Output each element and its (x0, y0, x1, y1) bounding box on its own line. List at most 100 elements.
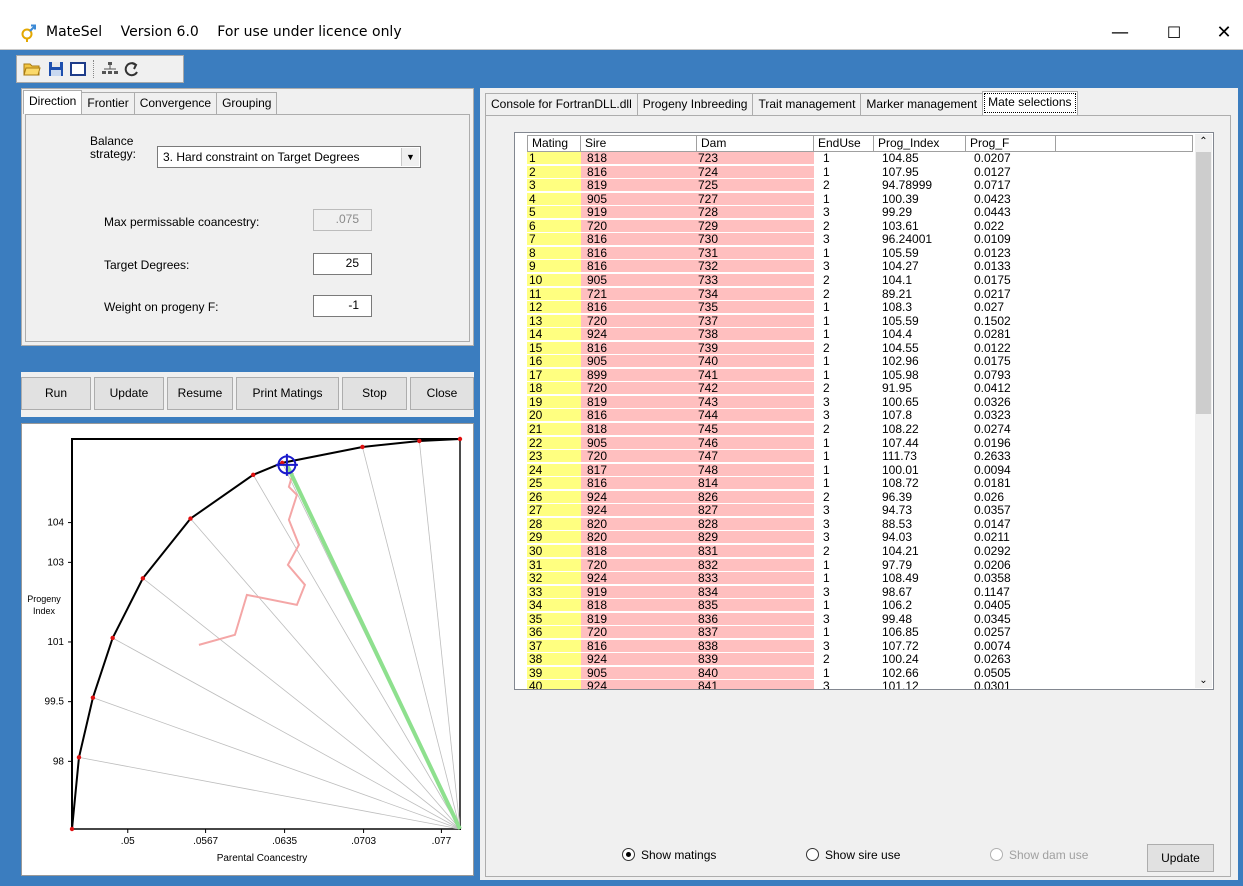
weight-progeny-f-field[interactable]: -1 (313, 295, 372, 317)
enduse-cell: 1 (823, 300, 830, 315)
table-row[interactable]: 11 721 734 2 89.21 0.0217 (527, 287, 1187, 300)
minimize-button[interactable]: — (1097, 18, 1143, 48)
table-row[interactable]: 30 818 831 2 104.21 0.0292 (527, 544, 1187, 557)
table-row[interactable]: 38 924 839 2 100.24 0.0263 (527, 653, 1187, 666)
table-row[interactable]: 4 905 727 1 100.39 0.0423 (527, 192, 1187, 205)
mating-cell: 35 (527, 612, 581, 625)
update-button[interactable]: Update (94, 377, 164, 410)
dam-cell: 725 (697, 179, 814, 192)
table-row[interactable]: 2 816 724 1 107.95 0.0127 (527, 165, 1187, 178)
stop-button[interactable]: Stop (342, 377, 407, 410)
enduse-cell: 3 (823, 611, 830, 626)
target-degrees-field[interactable]: 25 (313, 253, 372, 275)
grid-update-button[interactable]: Update (1147, 844, 1214, 872)
show-matings-radio[interactable]: Show matings (622, 848, 716, 862)
sire-cell: 816 (581, 639, 697, 652)
table-row[interactable]: 12 816 735 1 108.3 0.027 (527, 300, 1187, 315)
tab-grouping[interactable]: Grouping (216, 92, 278, 114)
tab-convergence[interactable]: Convergence (133, 92, 218, 114)
prog-f-cell: 0.0412 (974, 381, 1011, 396)
tab-marker-management[interactable]: Marker management (860, 93, 984, 115)
table-row[interactable]: 39 905 840 1 102.66 0.0505 (527, 666, 1187, 679)
run-button[interactable]: Run (21, 377, 91, 410)
print-matings-button[interactable]: Print Matings (236, 377, 339, 410)
mating-cell: 4 (527, 192, 581, 205)
table-row[interactable]: 19 819 743 3 100.65 0.0326 (527, 395, 1187, 408)
table-row[interactable]: 7 816 730 3 96.24001 0.0109 (527, 233, 1187, 246)
table-row[interactable]: 24 817 748 1 100.01 0.0094 (527, 463, 1187, 476)
table-row[interactable]: 31 720 832 1 97.79 0.0206 (527, 558, 1187, 571)
table-row[interactable]: 6 720 729 2 103.61 0.022 (527, 219, 1187, 232)
table-row[interactable]: 27 924 827 3 94.73 0.0357 (527, 504, 1187, 517)
target-degrees-label: Target Degrees: (104, 258, 190, 272)
table-row[interactable]: 34 818 835 1 106.2 0.0405 (527, 599, 1187, 612)
col-mating[interactable]: Mating (527, 135, 581, 152)
col-prog-f[interactable]: Prog_F (966, 135, 1056, 152)
close-button[interactable]: Close (410, 377, 474, 410)
scroll-down-icon[interactable]: ⌄ (1195, 675, 1212, 686)
dam-cell: 837 (697, 626, 814, 639)
table-row[interactable]: 13 720 737 1 105.59 0.1502 (527, 314, 1187, 327)
table-row[interactable]: 25 816 814 1 108.72 0.0181 (527, 476, 1187, 491)
table-row[interactable]: 17 899 741 1 105.98 0.0793 (527, 368, 1187, 381)
scroll-thumb[interactable] (1196, 152, 1211, 414)
table-row[interactable]: 14 924 738 1 104.4 0.0281 (527, 327, 1187, 342)
tab-trait-management[interactable]: Trait management (752, 93, 862, 115)
col-prog-index[interactable]: Prog_Index (874, 135, 966, 152)
table-row[interactable]: 3 819 725 2 94.78999 0.0717 (527, 179, 1187, 192)
enduse-cell: 2 (823, 381, 830, 396)
table-row[interactable]: 33 919 834 3 98.67 0.1147 (527, 585, 1187, 598)
matings-grid[interactable]: Mating Sire Dam EndUse Prog_Index Prog_F… (514, 132, 1214, 690)
resume-button[interactable]: Resume (167, 377, 233, 410)
table-row[interactable]: 22 905 746 1 107.44 0.0196 (527, 436, 1187, 449)
table-row[interactable]: 9 816 732 3 104.27 0.0133 (527, 259, 1187, 274)
show-sire-use-radio[interactable]: Show sire use (806, 848, 900, 862)
table-row[interactable]: 1 818 723 1 104.85 0.0207 (527, 152, 1187, 164)
table-row[interactable]: 10 905 733 2 104.1 0.0175 (527, 273, 1187, 286)
tab-frontier[interactable]: Frontier (81, 92, 135, 114)
mating-cell: 38 (527, 653, 581, 666)
col-enduse[interactable]: EndUse (814, 135, 874, 152)
enduse-cell: 1 (823, 476, 830, 491)
tab-mate-selections[interactable]: Mate selections (982, 91, 1078, 115)
table-row[interactable]: 37 816 838 3 107.72 0.0074 (527, 639, 1187, 652)
max-coancestry-field[interactable]: .075 (313, 209, 372, 231)
table-row[interactable]: 32 924 833 1 108.49 0.0358 (527, 571, 1187, 586)
enduse-cell: 2 (823, 422, 830, 436)
save-icon[interactable] (47, 60, 65, 78)
tab-progeny-inbreeding[interactable]: Progeny Inbreeding (636, 93, 754, 115)
table-row[interactable]: 16 905 740 1 102.96 0.0175 (527, 355, 1187, 368)
maximize-button[interactable]: ☐ (1151, 18, 1197, 48)
window-icon[interactable] (69, 60, 87, 78)
table-row[interactable]: 35 819 836 3 99.48 0.0345 (527, 611, 1187, 626)
table-row[interactable]: 20 816 744 3 107.8 0.0323 (527, 409, 1187, 422)
table-row[interactable]: 18 720 742 2 91.95 0.0412 (527, 381, 1187, 396)
col-dam[interactable]: Dam (697, 135, 814, 152)
table-row[interactable]: 23 720 747 1 111.73 0.2633 (527, 450, 1187, 463)
table-row[interactable]: 40 924 841 3 101.12 0.0301 (527, 680, 1187, 689)
close-window-button[interactable]: ✕ (1201, 18, 1243, 48)
enduse-cell: 1 (823, 571, 830, 586)
sire-cell: 924 (581, 490, 697, 503)
table-row[interactable]: 28 820 828 3 88.53 0.0147 (527, 517, 1187, 530)
open-folder-icon[interactable] (23, 60, 41, 78)
table-row[interactable]: 8 816 731 1 105.59 0.0123 (527, 246, 1187, 259)
scroll-up-icon[interactable]: ⌃ (1195, 136, 1212, 147)
prog-f-cell: 0.0133 (974, 259, 1011, 274)
dam-cell: 834 (697, 585, 814, 598)
table-row[interactable]: 15 816 739 2 104.55 0.0122 (527, 341, 1187, 354)
balance-strategy-select[interactable]: 3. Hard constraint on Target Degrees ▼ (157, 146, 421, 168)
refresh-icon[interactable] (123, 60, 141, 78)
prog-f-cell: 0.0281 (974, 327, 1011, 342)
table-row[interactable]: 36 720 837 1 106.85 0.0257 (527, 626, 1187, 639)
table-row[interactable]: 26 924 826 2 96.39 0.026 (527, 490, 1187, 503)
col-sire[interactable]: Sire (581, 135, 697, 152)
table-row[interactable]: 29 820 829 3 94.03 0.0211 (527, 531, 1187, 544)
grid-vertical-scrollbar[interactable]: ⌃ ⌄ (1195, 134, 1212, 688)
dam-cell: 826 (697, 490, 814, 503)
table-row[interactable]: 5 919 728 3 99.29 0.0443 (527, 206, 1187, 219)
table-row[interactable]: 21 818 745 2 108.22 0.0274 (527, 423, 1187, 435)
hierarchy-icon[interactable] (101, 60, 119, 78)
tab-direction[interactable]: Direction (23, 90, 83, 114)
tab-console[interactable]: Console for FortranDLL.dll (485, 93, 638, 115)
